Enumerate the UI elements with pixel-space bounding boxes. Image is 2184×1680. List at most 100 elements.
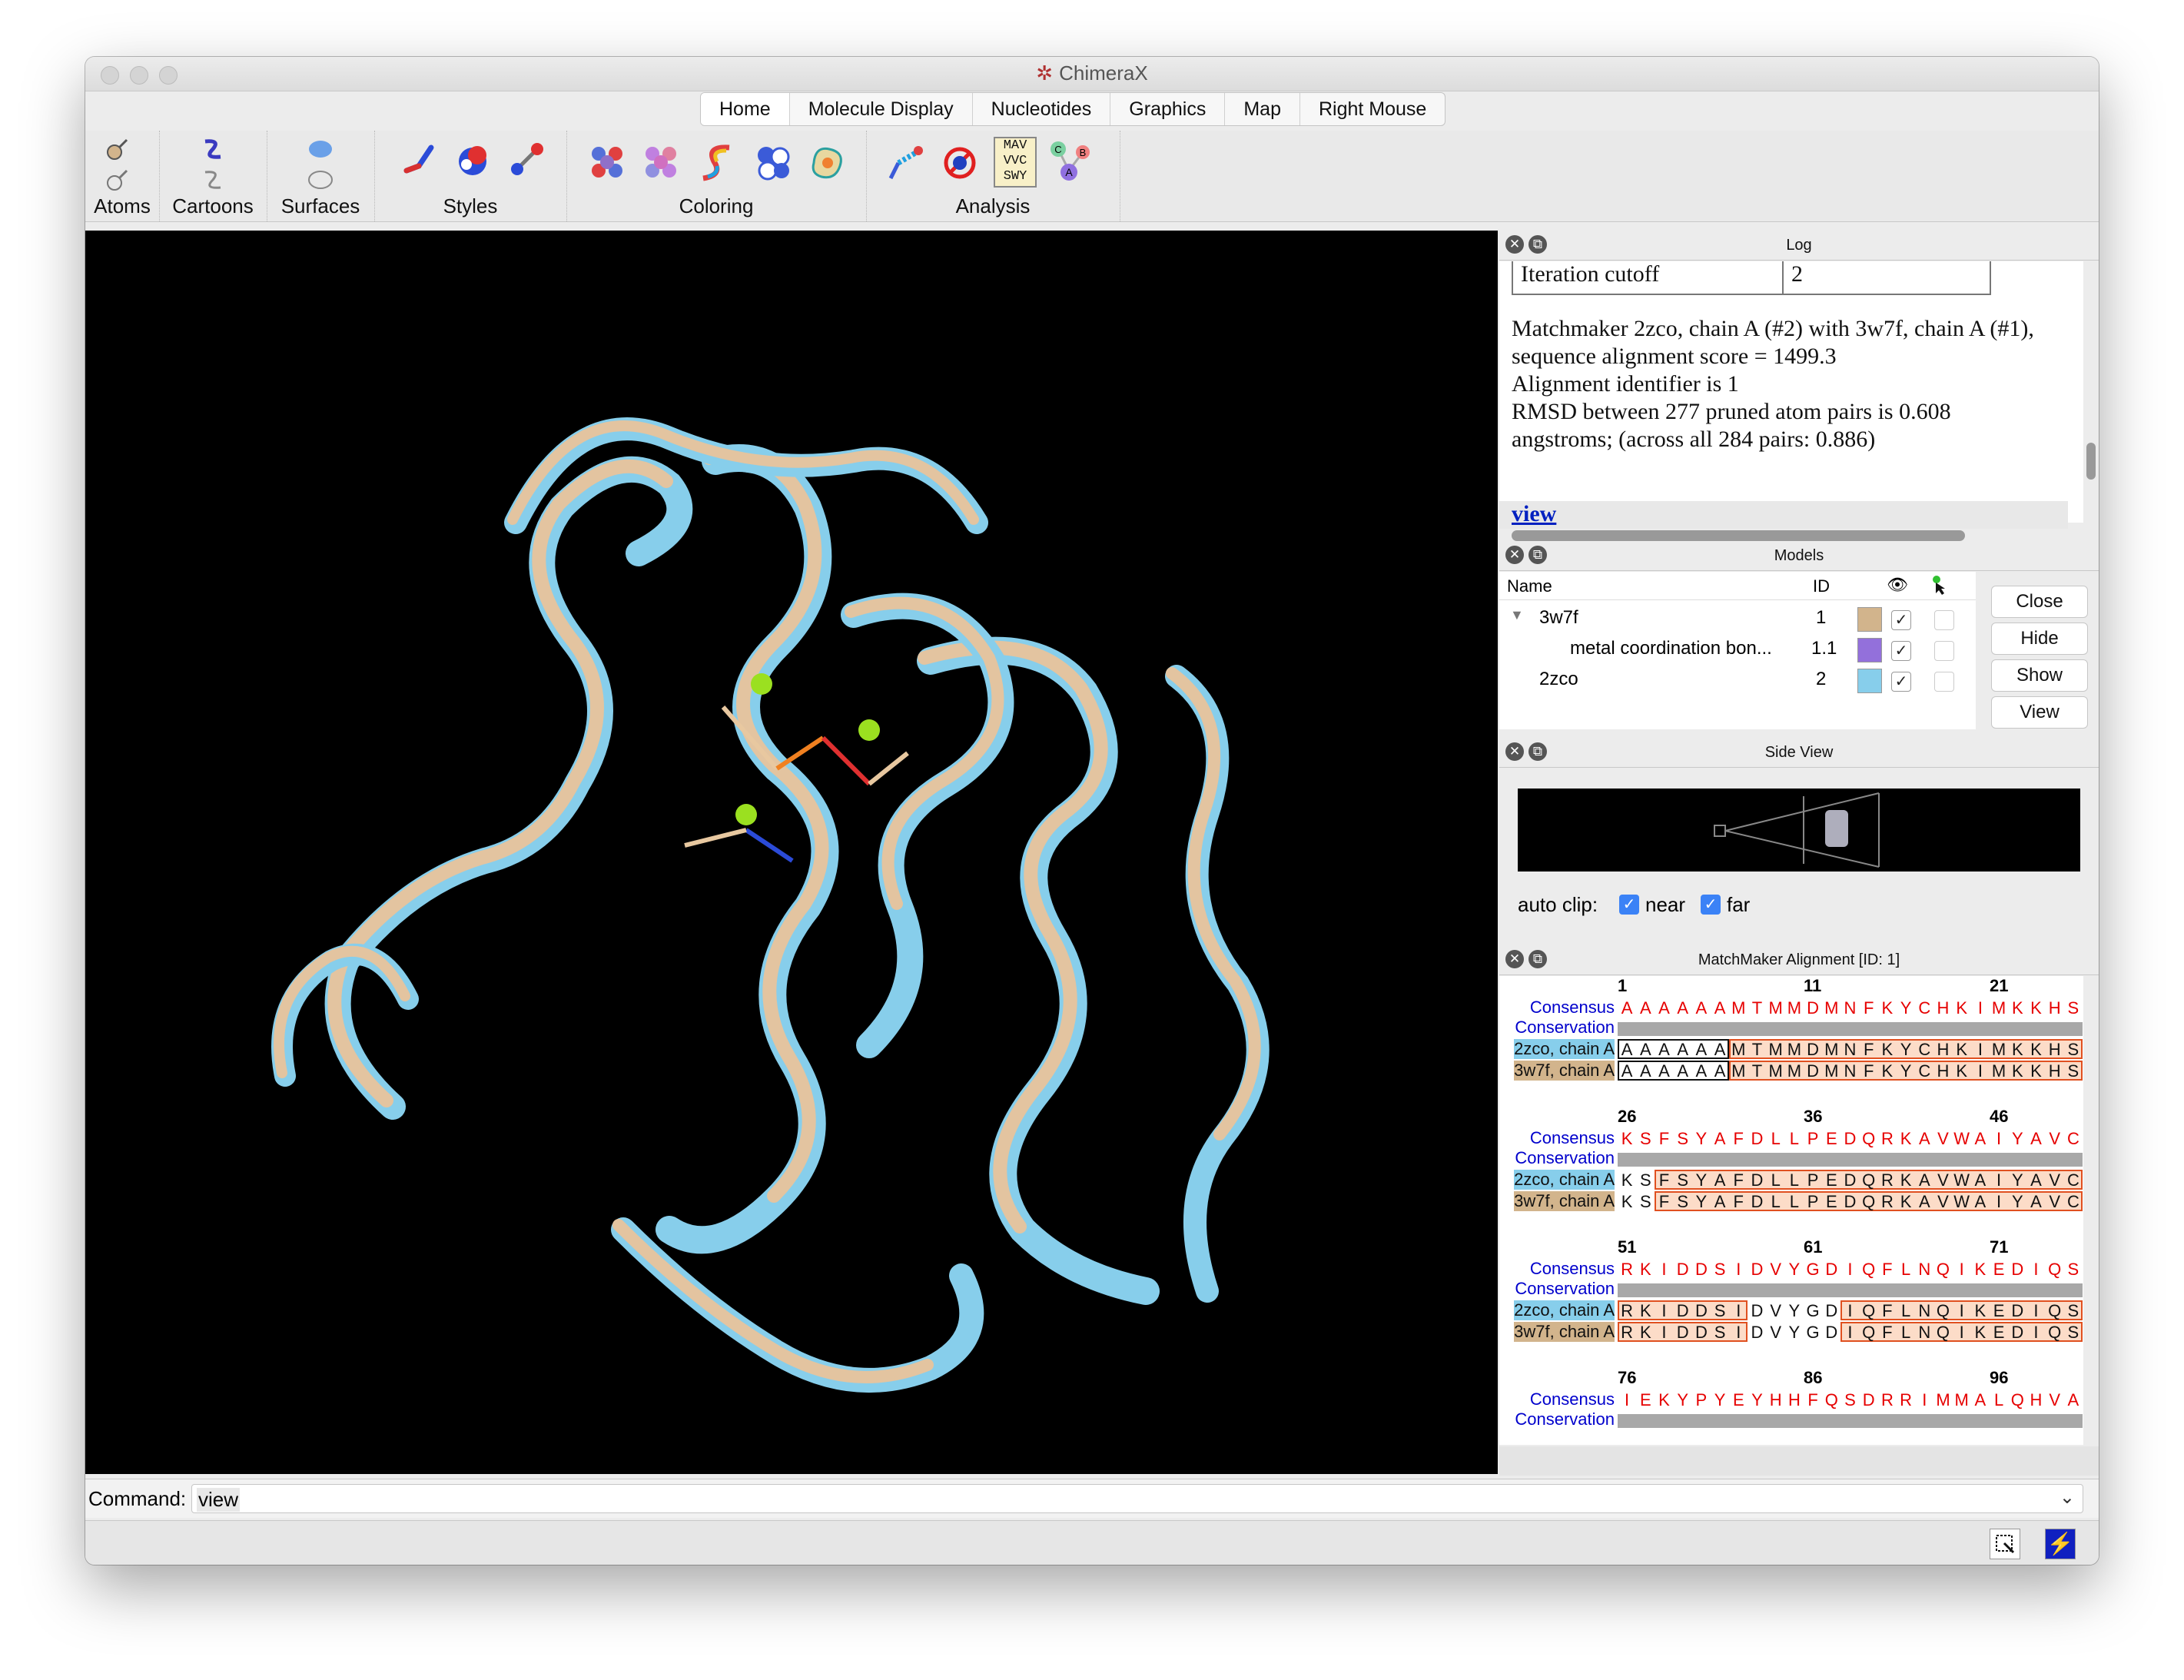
stick-style-icon[interactable] <box>400 140 439 178</box>
residue: K <box>2030 1061 2042 1081</box>
lightning-icon[interactable]: ⚡ <box>2045 1529 2076 1559</box>
model-select-checkbox[interactable] <box>1934 610 1954 630</box>
residue: H <box>2048 998 2061 1018</box>
residue: M <box>1731 1040 1746 1059</box>
residue: Y <box>1900 1040 1912 1059</box>
tab-nucleotides[interactable]: Nucleotides <box>973 93 1111 125</box>
residue: A <box>1714 1192 1726 1211</box>
command-text: view <box>197 1488 241 1512</box>
sequence-viewer-icon[interactable]: MAV VVC SWY <box>994 137 1037 188</box>
seq1-sequence: KSFSYAFDLLPEDQRKAVWAIYAVC <box>1618 1170 2083 1191</box>
analysis-group: MAV VVC SWY C B A Analysis <box>866 131 1120 221</box>
residue: R <box>1880 1129 1894 1148</box>
tab-graphics[interactable]: Graphics <box>1110 93 1226 125</box>
model-color-swatch[interactable] <box>1857 638 1882 662</box>
model-shown-checkbox[interactable]: ✓ <box>1891 672 1911 692</box>
model-shown-checkbox[interactable]: ✓ <box>1891 641 1911 661</box>
residue: S <box>2067 1323 2079 1342</box>
near-label: near <box>1645 893 1686 916</box>
residue: D <box>1751 1170 1764 1190</box>
model-color-swatch[interactable] <box>1857 607 1882 632</box>
id-column-header[interactable]: ID <box>1813 576 1830 596</box>
show-cartoons-icon[interactable] <box>197 134 228 164</box>
view-model-button[interactable]: View <box>1991 696 2088 729</box>
residue: L <box>1771 1170 1781 1190</box>
residue: R <box>1621 1260 1634 1279</box>
chevron-down-icon[interactable]: ⌄ <box>2060 1486 2075 1509</box>
residue: Q <box>1936 1323 1950 1342</box>
pointer-icon <box>1933 576 1945 595</box>
side-view-canvas[interactable] <box>1518 789 2080 872</box>
residue: Q <box>1936 1260 1950 1279</box>
color-by-polymer-icon[interactable] <box>751 140 797 186</box>
residue: Y <box>2011 1192 2023 1211</box>
residue: L <box>1771 1129 1781 1148</box>
hide-surfaces-icon[interactable] <box>304 164 337 195</box>
selection-inspector-icon[interactable] <box>1990 1529 2020 1559</box>
residue: D <box>1676 1260 1689 1279</box>
residue: V <box>2049 1390 2061 1409</box>
show-surfaces-icon[interactable] <box>304 134 337 164</box>
model-color-swatch[interactable] <box>1857 669 1882 693</box>
residue: R <box>1880 1170 1894 1190</box>
status-bar: ⚡ <box>85 1520 2099 1565</box>
residue: V <box>1770 1323 1782 1342</box>
tab-home[interactable]: Home <box>701 93 790 125</box>
hide-atoms-icon[interactable] <box>102 164 133 195</box>
chain-contacts-icon[interactable]: C B A <box>1046 137 1097 188</box>
model-row[interactable]: 2zco 2 ✓ <box>1499 666 1976 696</box>
far-clip-checkbox[interactable]: ✓ <box>1701 895 1721 915</box>
residue: I <box>1625 1390 1630 1409</box>
alignment-viewer[interactable]: 1 11 21 Consensus A A A A A A M T M M D M N F K Y C H K I M K K H S C… <box>1499 976 2083 1445</box>
residue: F <box>1733 1129 1744 1148</box>
model-shown-checkbox[interactable]: ✓ <box>1891 610 1911 630</box>
model-row[interactable]: ▼ 3w7f 1 ✓ <box>1499 604 1976 635</box>
models-panel: ✕ ⧉ Models Name ID 👁 ▼ 3w7f 1 ✓ metal co… <box>1499 541 2099 733</box>
rainbow-color-icon[interactable] <box>695 140 742 186</box>
residue: I <box>1959 1323 1964 1342</box>
log-horizontal-scrollbar[interactable] <box>1512 530 1965 541</box>
color-by-hydrophobicity-icon[interactable] <box>805 140 851 186</box>
graphics-viewport[interactable] <box>85 231 1498 1474</box>
command-input[interactable]: view ⌄ <box>191 1484 2083 1513</box>
residue: R <box>1621 1301 1634 1320</box>
color-by-element-icon[interactable] <box>585 140 631 186</box>
residue: K <box>1956 1040 1968 1059</box>
residue: K <box>2030 998 2042 1018</box>
residue: K <box>1621 1129 1633 1148</box>
residue: Q <box>2010 1390 2024 1409</box>
model-select-checkbox[interactable] <box>1934 641 1954 661</box>
model-select-checkbox[interactable] <box>1934 672 1954 692</box>
alignment-panel: ✕ ⧉ MatchMaker Alignment [ID: 1] 1 11 21 Co… <box>1499 945 2099 1476</box>
residue: Q <box>1862 1129 1876 1148</box>
cartoons-group: Cartoons <box>159 131 267 221</box>
ball-stick-style-icon[interactable] <box>508 140 546 178</box>
log-vertical-scrollbar[interactable] <box>2086 443 2096 480</box>
show-model-button[interactable]: Show <box>1991 659 2088 692</box>
tab-molecule-display[interactable]: Molecule Display <box>790 93 973 125</box>
residue: V <box>1770 1301 1782 1320</box>
residue: A <box>1918 1170 1930 1190</box>
color-by-chain-icon[interactable] <box>639 140 685 186</box>
expand-triangle-icon[interactable]: ▼ <box>1510 607 1524 623</box>
residue: R <box>1621 1323 1634 1342</box>
sphere-style-icon[interactable] <box>454 140 493 178</box>
auto-clip-label: auto clip: <box>1518 893 1598 916</box>
residue: Q <box>2048 1323 2062 1342</box>
clashes-icon[interactable] <box>937 140 983 186</box>
hide-cartoons-icon[interactable] <box>197 164 228 195</box>
hide-model-button[interactable]: Hide <box>1991 623 2088 655</box>
close-model-button[interactable]: Close <box>1991 586 2088 618</box>
seq1-sequence: RKIDDSIDVYGDIQFLNQIKEDIQS <box>1618 1300 2083 1322</box>
name-column-header[interactable]: Name <box>1507 576 1552 596</box>
near-clip-checkbox[interactable]: ✓ <box>1619 895 1639 915</box>
residue: I <box>1847 1260 1853 1279</box>
view-link[interactable]: view <box>1512 501 1556 527</box>
residue: D <box>1751 1192 1764 1211</box>
show-atoms-icon[interactable] <box>102 134 133 164</box>
tab-right-mouse[interactable]: Right Mouse <box>1300 93 1445 125</box>
tab-map[interactable]: Map <box>1225 93 1300 125</box>
hydrogen-bonds-icon[interactable] <box>881 140 928 186</box>
model-id: 2 <box>1816 669 1827 689</box>
model-row[interactable]: metal coordination bon... 1.1 ✓ <box>1499 635 1976 666</box>
